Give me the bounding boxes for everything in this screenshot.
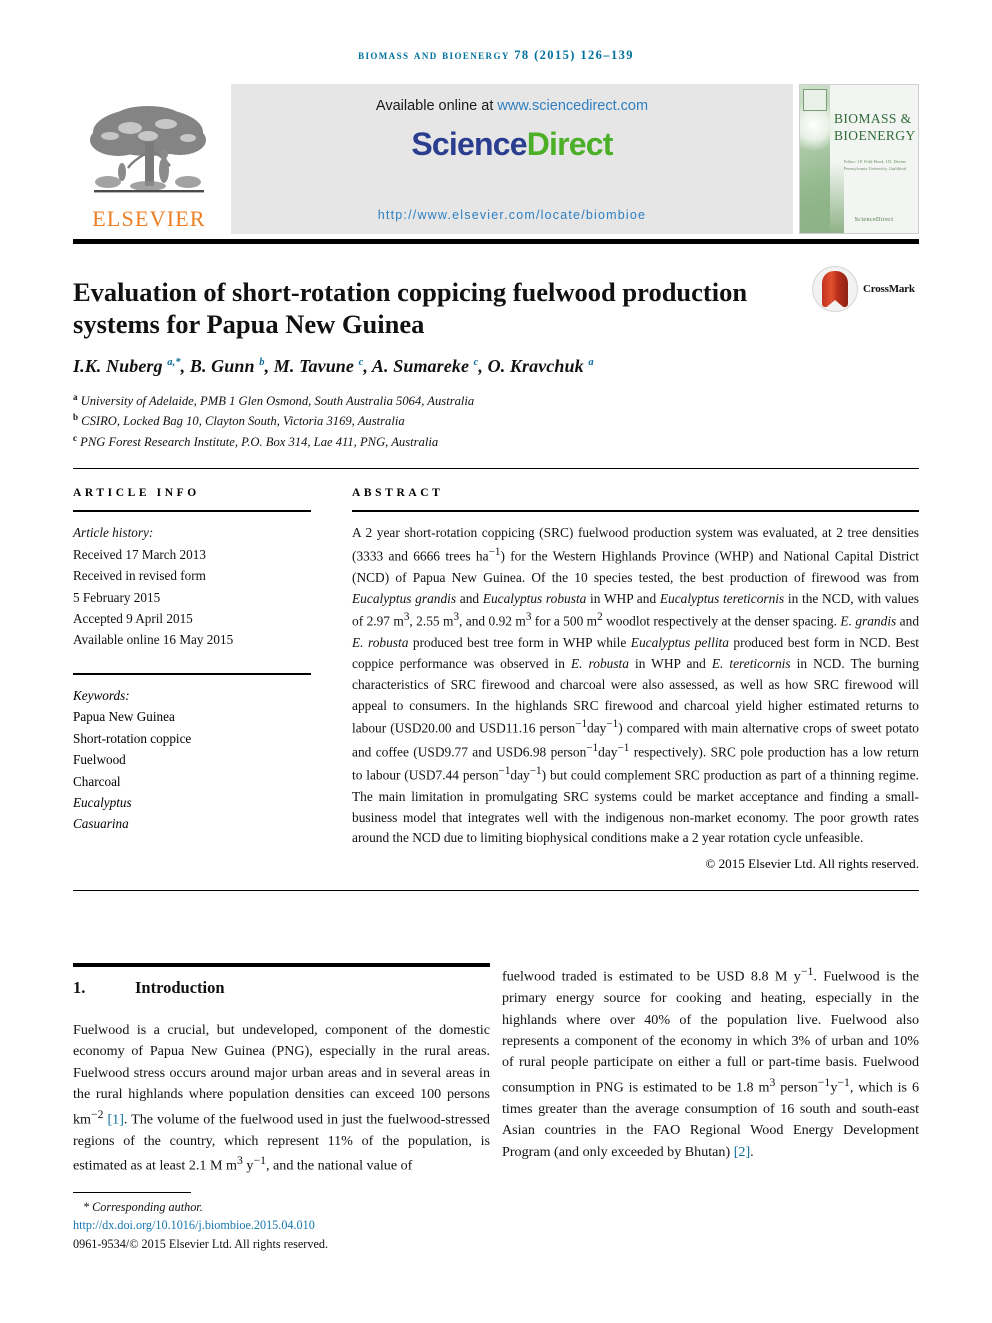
affiliation-marker-c: c — [73, 432, 77, 443]
keywords-rule — [73, 672, 311, 676]
keyword-item: Casuarina — [73, 816, 129, 832]
section-title: Introduction — [135, 978, 225, 997]
history-item: Received 17 March 2013 — [73, 546, 206, 562]
history-item: Available online 16 May 2015 — [73, 632, 234, 648]
keywords-label: Keywords: — [73, 688, 130, 704]
running-head: Biomass and Bioenergy 78 (2015) 126–139 — [358, 48, 634, 62]
sciencedirect-logo-science: Science — [411, 126, 527, 162]
history-item: Received in revised form — [73, 568, 206, 584]
keyword-item: Fuelwood — [73, 752, 126, 768]
journal-cover-thumbnail[interactable]: BIOMASS & BIOENERGY Editor: J.P. Pohl-Ho… — [799, 84, 919, 234]
journal-homepage-link[interactable]: http://www.elsevier.com/locate/biombioe — [231, 208, 793, 222]
abstract-section: ABSTRACT A 2 year short-rotation coppici… — [352, 487, 919, 872]
cover-journal-title: BIOMASS & BIOENERGY — [834, 111, 916, 145]
article-info-rule — [73, 510, 311, 513]
masthead: ELSEVIER Available online at www.science… — [73, 84, 919, 234]
keyword-item: Charcoal — [73, 773, 121, 789]
sciencedirect-banner: Available online at www.sciencedirect.co… — [231, 84, 793, 234]
body-column-left: 1. Introduction Fuelwood is a crucial, b… — [73, 963, 490, 1177]
journal-article-page: Biomass and Bioenergy 78 (2015) 126–139 — [0, 0, 992, 1323]
keywords-list: Keywords: Papua New Guinea Short-rotatio… — [73, 685, 311, 835]
crossmark-badge[interactable]: CrossMark — [812, 264, 922, 314]
body-column-right: fuelwood traded is estimated to be USD 8… — [502, 963, 919, 1163]
affiliation-marker-a: a — [73, 392, 78, 402]
cover-title-line-2: BIOENERGY — [834, 127, 916, 143]
crossmark-label: CrossMark — [863, 283, 915, 295]
abstract-rule — [352, 510, 919, 513]
sciencedirect-link[interactable]: www.sciencedirect.com — [497, 98, 648, 114]
article-info-heading: ARTICLE INFO — [73, 487, 200, 499]
history-item: Accepted 9 April 2015 — [73, 610, 193, 626]
issn-copyright-line: 0961-9534/© 2015 Elsevier Ltd. All right… — [73, 1236, 328, 1251]
corresponding-author-note: * Corresponding author. — [83, 1200, 203, 1214]
abstract-copyright: © 2015 Elsevier Ltd. All rights reserved… — [705, 856, 919, 872]
history-item: 5 February 2015 — [73, 589, 161, 605]
affiliation-text-b: CSIRO, Locked Bag 10, Clayton South, Vic… — [81, 414, 405, 429]
author-list: I.K. Nuberg a,*, B. Gunn b, M. Tavune c,… — [73, 356, 594, 376]
affiliation-text-c: PNG Forest Research Institute, P.O. Box … — [80, 434, 439, 449]
article-info-section: ARTICLE INFO Article history: Received 1… — [73, 487, 311, 835]
masthead-bottom-rule — [73, 239, 919, 244]
keyword-item: Eucalyptus — [73, 794, 132, 810]
cover-subtitle: Editor: J.P. Pohl-Hood, I.D. Devine Penn… — [843, 159, 907, 171]
intro-paragraph-right: fuelwood traded is estimated to be USD 8… — [502, 965, 920, 1160]
crossmark-icon — [812, 266, 858, 312]
affiliation-text-a: University of Adelaide, PMB 1 Glen Osmon… — [80, 394, 475, 409]
sciencedirect-logo-direct: Direct — [526, 126, 614, 162]
article-history-label: Article history: — [73, 525, 154, 541]
article-history: Article history: Received 17 March 2013 … — [73, 522, 311, 650]
abstract-body: A 2 year short-rotation coppicing (SRC) … — [352, 525, 920, 846]
header-divider — [73, 468, 919, 470]
affiliation-marker-b: b — [73, 412, 79, 423]
doi-link[interactable]: http://dx.doi.org/10.1016/j.biombioe.201… — [73, 1216, 503, 1234]
page-title: Evaluation of short-rotation coppicing f… — [73, 276, 748, 340]
affiliation-item: c PNG Forest Research Institute, P.O. Bo… — [73, 432, 919, 452]
section-rule — [73, 963, 490, 967]
footnote-block: * Corresponding author. http://dx.doi.or… — [73, 1198, 503, 1253]
elsevier-wordmark: ELSEVIER — [92, 206, 206, 231]
affiliation-list: a University of Adelaide, PMB 1 Glen Osm… — [73, 391, 919, 452]
cover-footer-mark: ScienceDirect — [854, 217, 894, 223]
available-online-text: Available online at — [375, 98, 498, 114]
affiliation-item: a University of Adelaide, PMB 1 Glen Osm… — [73, 391, 919, 411]
sciencedirect-logo[interactable]: ScienceDirect — [411, 126, 614, 163]
footnote-rule — [73, 1192, 191, 1194]
keyword-item: Papua New Guinea — [73, 709, 175, 725]
abstract-heading: ABSTRACT — [352, 487, 444, 499]
affiliation-item: b CSIRO, Locked Bag 10, Clayton South, V… — [73, 411, 919, 431]
intro-paragraph-left: Fuelwood is a crucial, but undeveloped, … — [73, 1022, 490, 1174]
elsevier-tree-icon — [90, 106, 206, 193]
available-online-line: Available online at www.sciencedirect.co… — [376, 98, 648, 114]
section-number: 1. — [73, 978, 86, 997]
keyword-item: Short-rotation coppice — [73, 730, 192, 746]
elsevier-logo: ELSEVIER — [73, 84, 225, 234]
abstract-bottom-divider — [73, 890, 919, 892]
section-heading-introduction: 1. Introduction — [73, 978, 490, 998]
cover-elsevier-mark-icon — [803, 89, 827, 111]
cover-title-line-1: BIOMASS & — [834, 111, 912, 126]
